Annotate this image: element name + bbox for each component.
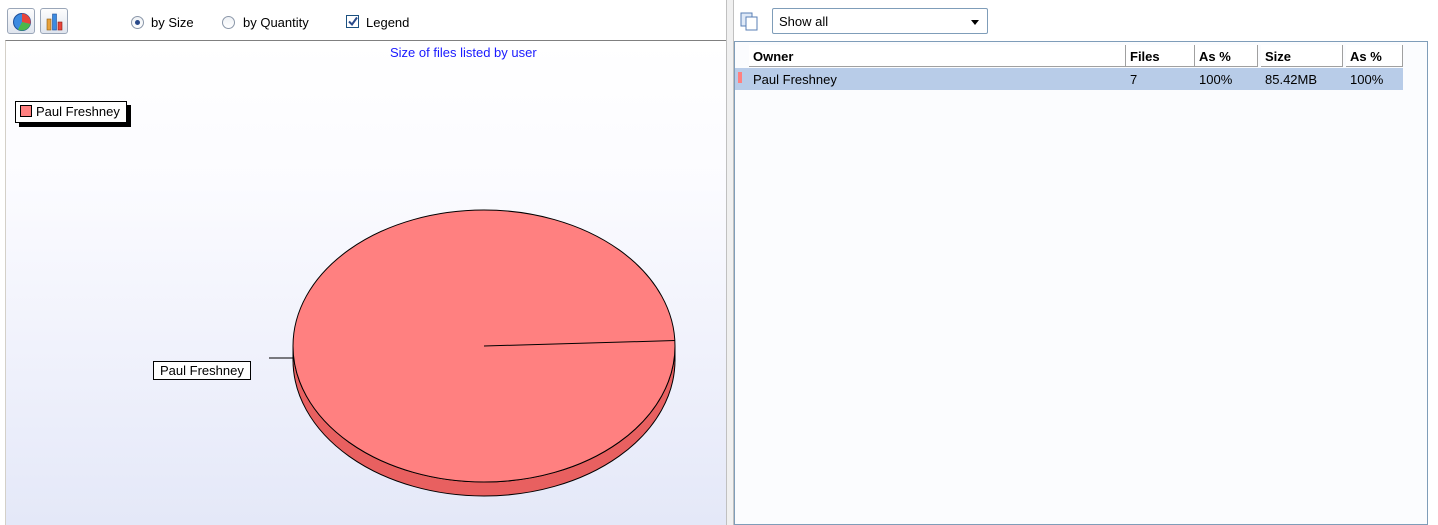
cell-owner: Paul Freshney [753,72,837,87]
by-size-label[interactable]: by Size [151,15,194,30]
legend-checkbox[interactable] [346,15,359,28]
column-header-files-pct[interactable]: As % [1195,45,1258,67]
by-quantity-label[interactable]: by Quantity [243,15,309,30]
column-header-files[interactable]: Files [1126,45,1195,67]
table-header: Owner Files As % Size As % [735,42,1427,68]
by-quantity-radio[interactable] [222,16,235,29]
bar-chart-button[interactable] [40,8,68,34]
pie-chart-area: Size of files listed by user Paul Freshn… [5,40,726,525]
column-header-size[interactable]: Size [1261,45,1343,67]
checkmark-icon [348,16,358,27]
legend-label[interactable]: Legend [366,15,409,30]
cell-size-pct: 100% [1350,72,1384,87]
chart-toolbar: by Size by Quantity Legend [0,0,726,40]
table-row[interactable]: Paul Freshney 7 100% 85.42MB 100% [735,68,1403,90]
pane-splitter[interactable] [726,0,734,525]
slice-label: Paul Freshney [153,361,251,380]
owner-filter-value: Show all [779,14,829,29]
row-color-marker [738,72,742,83]
pie-chart-svg [269,209,676,497]
copy-icon[interactable] [740,12,760,32]
column-header-size-pct[interactable]: As % [1346,45,1403,67]
by-size-radio[interactable] [131,16,144,29]
owners-table: Owner Files As % Size As % Paul Freshney… [734,41,1428,525]
owner-filter-dropdown[interactable]: Show all [772,8,988,34]
cell-files-pct: 100% [1199,72,1233,87]
bar-chart-icon [46,13,63,31]
pie-chart-icon [13,13,31,31]
column-header-owner[interactable]: Owner [749,45,1126,67]
cell-size: 85.42MB [1265,72,1318,87]
chevron-down-icon [971,20,979,25]
cell-files: 7 [1130,72,1138,87]
pie-chart-button[interactable] [7,8,35,34]
